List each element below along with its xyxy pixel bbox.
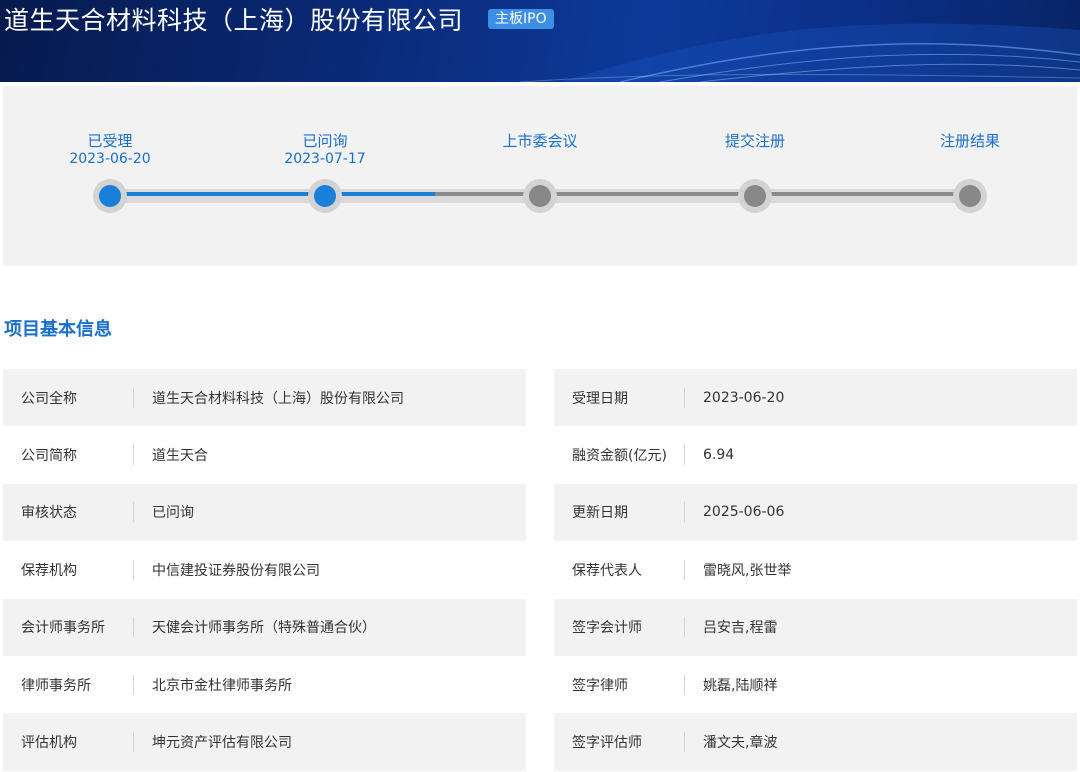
- info-row-accept-date: 受理日期 2023-06-20: [554, 369, 1077, 427]
- info-label: 律师事务所: [21, 677, 91, 694]
- step-node-accepted: [93, 179, 127, 213]
- info-row-signing-lawyers: 签字律师 姚磊,陆顺祥: [554, 656, 1077, 713]
- header-banner: 道生天合材料科技（上海）股份有限公司 主板IPO: [0, 0, 1080, 82]
- info-label: 更新日期: [572, 505, 628, 522]
- info-label: 融资金额(亿元): [572, 448, 667, 465]
- info-value: 道生天合: [152, 448, 208, 465]
- info-label: 保荐机构: [21, 562, 77, 579]
- info-row-sponsor: 保荐机构 中信建投证券股份有限公司: [3, 541, 526, 598]
- step-label: 已问询: [302, 132, 348, 150]
- info-label: 签字律师: [572, 677, 628, 694]
- info-value: 6.94: [703, 447, 735, 464]
- info-label: 审核状态: [21, 505, 77, 522]
- info-row-appraisal-firm: 评估机构 坤元资产评估有限公司: [3, 713, 526, 771]
- progress-line-pending: [435, 192, 970, 196]
- step-node-submit-registration: [738, 179, 772, 213]
- info-row-law-firm: 律师事务所 北京市金杜律师事务所: [3, 656, 526, 713]
- info-value: 2025-06-06: [703, 504, 785, 521]
- info-row-sponsor-reps: 保荐代表人 雷晓风,张世举: [554, 541, 1077, 598]
- step-label: 上市委会议: [502, 132, 578, 150]
- step-registration-result: 注册结果: [890, 132, 1050, 150]
- info-row-full-name: 公司全称 道生天合材料科技（上海）股份有限公司: [3, 369, 526, 427]
- progress-line-complete: [110, 192, 435, 196]
- info-label: 评估机构: [21, 735, 77, 752]
- review-progress-panel: 已受理 2023-06-20 已问询 2023-07-17 上市委会议 提交注册…: [3, 86, 1077, 266]
- info-value: 北京市金杜律师事务所: [152, 677, 292, 694]
- step-accepted: 已受理 2023-06-20: [30, 132, 190, 168]
- info-value: 吕安吉,程雷: [703, 620, 778, 637]
- info-label: 签字评估师: [572, 735, 642, 752]
- info-label: 受理日期: [572, 390, 628, 407]
- section-title: 项目基本信息: [4, 319, 112, 340]
- company-title: 道生天合材料科技（上海）股份有限公司: [4, 6, 464, 35]
- step-node-listing-committee: [523, 179, 557, 213]
- step-submit-registration: 提交注册: [675, 132, 835, 150]
- info-row-financing-amount: 融资金额(亿元) 6.94: [554, 426, 1077, 483]
- step-inquired: 已问询 2023-07-17: [245, 132, 405, 168]
- info-label: 保荐代表人: [572, 562, 642, 579]
- info-value: 道生天合材料科技（上海）股份有限公司: [152, 390, 404, 407]
- info-value: 姚磊,陆顺祥: [703, 677, 778, 694]
- info-label: 公司简称: [21, 448, 77, 465]
- step-date: 2023-07-17: [284, 151, 366, 167]
- step-node-inquired: [308, 179, 342, 213]
- info-row-short-name: 公司简称 道生天合: [3, 426, 526, 483]
- step-label: 已受理: [87, 132, 133, 150]
- info-label: 公司全称: [21, 390, 77, 407]
- info-row-signing-accountants: 签字会计师 吕安吉,程雷: [554, 598, 1077, 656]
- step-label: 注册结果: [939, 132, 1000, 150]
- info-row-signing-appraisers: 签字评估师 潘文夫,章波: [554, 713, 1077, 771]
- info-row-update-date: 更新日期 2025-06-06: [554, 483, 1077, 542]
- info-value: 潘文夫,章波: [703, 735, 778, 752]
- info-value: 天健会计师事务所（特殊普通合伙）: [152, 620, 376, 637]
- step-node-registration-result: [953, 179, 987, 213]
- info-label: 签字会计师: [572, 620, 642, 637]
- info-table-right: 受理日期 2023-06-20 融资金额(亿元) 6.94 更新日期 2025-…: [554, 369, 1077, 771]
- info-value: 坤元资产评估有限公司: [152, 735, 292, 752]
- info-value: 雷晓风,张世举: [703, 562, 792, 579]
- board-badge: 主板IPO: [488, 9, 554, 29]
- info-table-left: 公司全称 道生天合材料科技（上海）股份有限公司 公司简称 道生天合 审核状态 已…: [3, 369, 526, 771]
- info-value: 2023-06-20: [703, 389, 785, 406]
- info-label: 会计师事务所: [21, 620, 105, 637]
- info-value: 中信建投证券股份有限公司: [152, 562, 320, 579]
- step-listing-committee: 上市委会议: [460, 132, 620, 150]
- info-row-accounting-firm: 会计师事务所 天健会计师事务所（特殊普通合伙）: [3, 598, 526, 656]
- info-row-review-status: 审核状态 已问询: [3, 483, 526, 542]
- step-label: 提交注册: [724, 132, 785, 150]
- info-value: 已问询: [152, 505, 194, 522]
- step-date: 2023-06-20: [69, 151, 151, 167]
